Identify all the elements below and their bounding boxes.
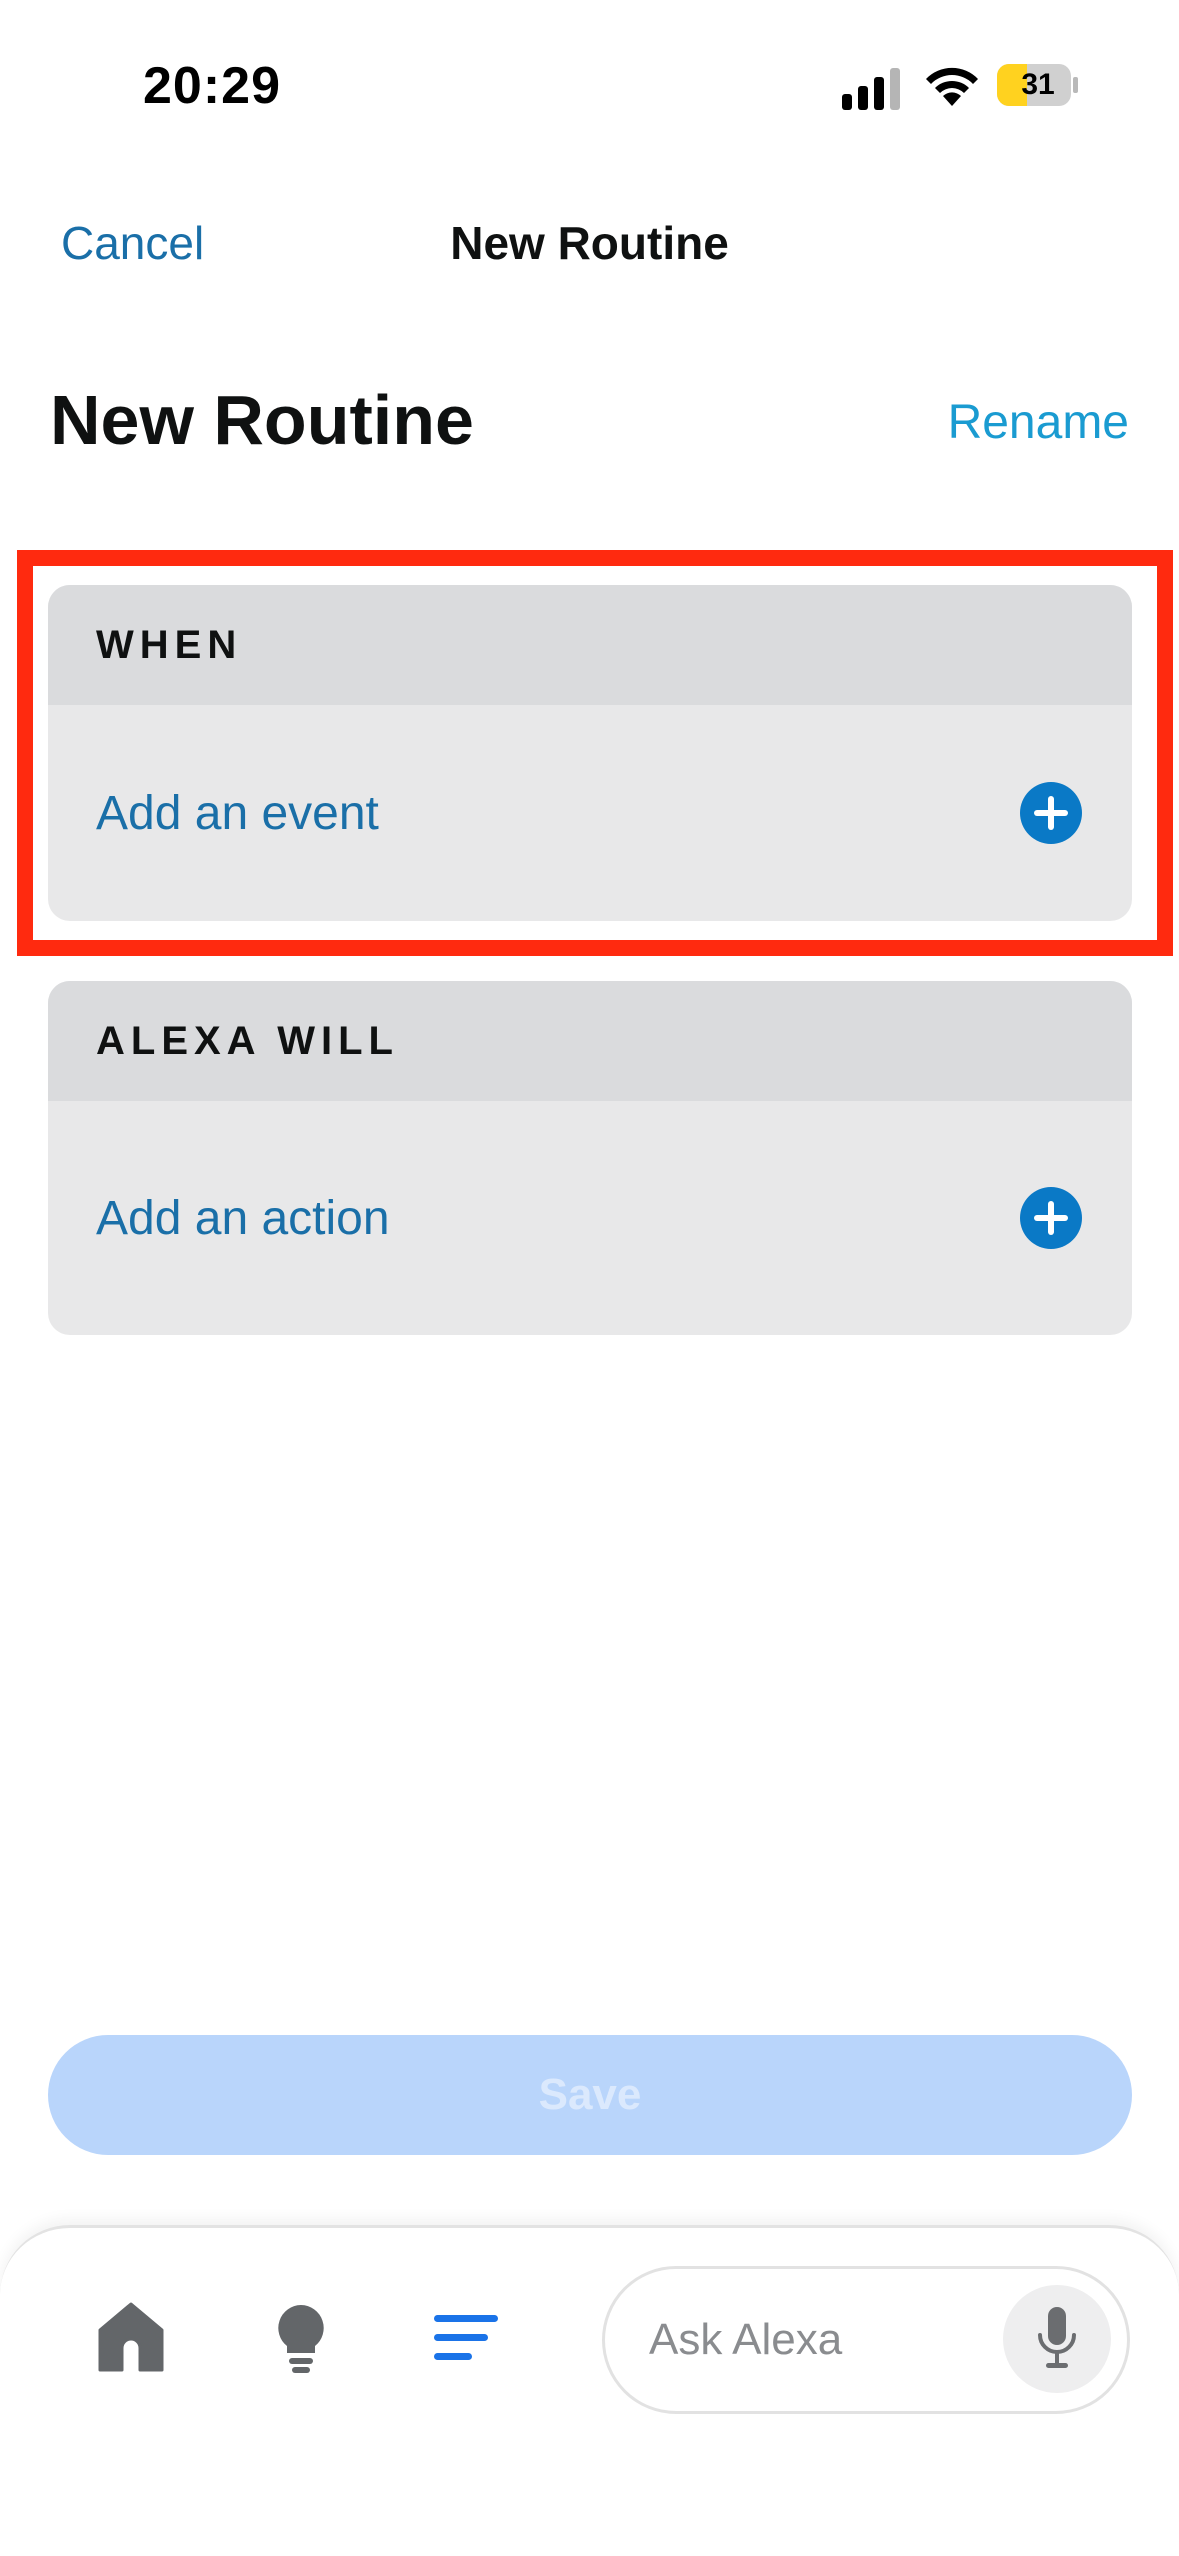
rename-button[interactable]: Rename (948, 395, 1129, 450)
lightbulb-icon[interactable] (276, 2303, 326, 2375)
microphone-button[interactable] (1003, 2285, 1111, 2393)
menu-icon[interactable] (434, 2313, 498, 2363)
alexa-will-section: ALEXA WILL Add an action (48, 981, 1132, 1335)
highlight-frame (17, 550, 1173, 956)
cellular-signal-icon (842, 68, 900, 110)
save-button[interactable]: Save (48, 2035, 1132, 2155)
wifi-icon (926, 67, 978, 106)
add-action-row[interactable]: Add an action (48, 1101, 1132, 1335)
cancel-button[interactable]: Cancel (61, 216, 204, 270)
home-icon[interactable] (98, 2302, 164, 2372)
microphone-icon (1038, 2307, 1076, 2368)
ask-alexa-input[interactable]: Ask Alexa (602, 2266, 1130, 2414)
status-bar: 20:29 31 (0, 0, 1179, 170)
add-action-plus-icon[interactable] (1020, 1187, 1082, 1249)
ask-alexa-placeholder: Ask Alexa (649, 2315, 843, 2364)
alexa-will-section-header: ALEXA WILL (48, 981, 1132, 1101)
add-action-label: Add an action (96, 1191, 390, 1245)
page-title: New Routine (50, 381, 474, 459)
status-time: 20:29 (143, 57, 281, 115)
battery-level: 31 (1021, 68, 1055, 101)
